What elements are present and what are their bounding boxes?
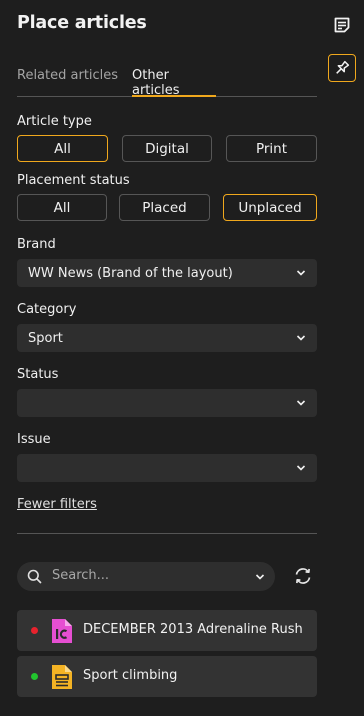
article-name: DECEMBER 2013 Adrenaline Rush — [83, 622, 303, 637]
search-box[interactable]: Search... — [17, 562, 275, 591]
article-name: Sport climbing — [83, 668, 178, 683]
placement-unplaced-button[interactable]: Unplaced — [223, 194, 317, 221]
status-select[interactable] — [17, 389, 317, 417]
article-type-label: Article type — [17, 114, 92, 129]
placement-all-button[interactable]: All — [17, 194, 107, 221]
brand-label: Brand — [17, 237, 56, 252]
chevron-down-icon — [296, 400, 306, 406]
tab-related-articles[interactable]: Related articles — [17, 60, 118, 97]
pin-icon — [336, 60, 350, 74]
article-item[interactable]: DECEMBER 2013 Adrenaline Rush — [17, 610, 317, 651]
article-item[interactable]: Sport climbing — [17, 656, 317, 697]
brand-value: WW News (Brand of the layout) — [28, 265, 233, 281]
chevron-down-icon — [296, 270, 306, 276]
category-label: Category — [17, 302, 77, 317]
tab-other-articles[interactable]: Other articles — [132, 60, 216, 98]
status-label: Status — [17, 367, 59, 382]
article-type-print-button[interactable]: Print — [226, 135, 317, 162]
placement-placed-button[interactable]: Placed — [119, 194, 210, 221]
article-tabs: Related articles Other articles — [17, 60, 317, 98]
category-value: Sport — [28, 330, 63, 346]
article-file-icon — [52, 665, 72, 689]
place-articles-panel: Place articles Related articles Other ar… — [0, 0, 364, 716]
issue-select[interactable] — [17, 454, 317, 482]
notes-icon — [334, 17, 350, 33]
pin-panel-button[interactable] — [328, 54, 356, 82]
status-dot — [31, 673, 38, 680]
chevron-down-icon — [296, 465, 306, 471]
chevron-down-icon[interactable] — [255, 572, 265, 582]
search-icon — [27, 569, 42, 584]
incopy-file-icon — [52, 619, 72, 643]
placement-status-label: Placement status — [17, 173, 130, 188]
chevron-down-icon — [296, 335, 306, 341]
article-type-digital-button[interactable]: Digital — [122, 135, 212, 162]
fewer-filters-link[interactable]: Fewer filters — [17, 497, 97, 512]
refresh-icon[interactable] — [292, 565, 314, 587]
brand-select[interactable]: WW News (Brand of the layout) — [17, 259, 317, 287]
article-type-all-button[interactable]: All — [17, 135, 108, 162]
issue-label: Issue — [17, 432, 51, 447]
divider — [17, 533, 317, 534]
category-select[interactable]: Sport — [17, 324, 317, 352]
panel-title: Place articles — [17, 13, 147, 33]
notes-button[interactable] — [328, 11, 356, 39]
status-dot — [31, 627, 38, 634]
search-input[interactable]: Search... — [52, 568, 109, 583]
